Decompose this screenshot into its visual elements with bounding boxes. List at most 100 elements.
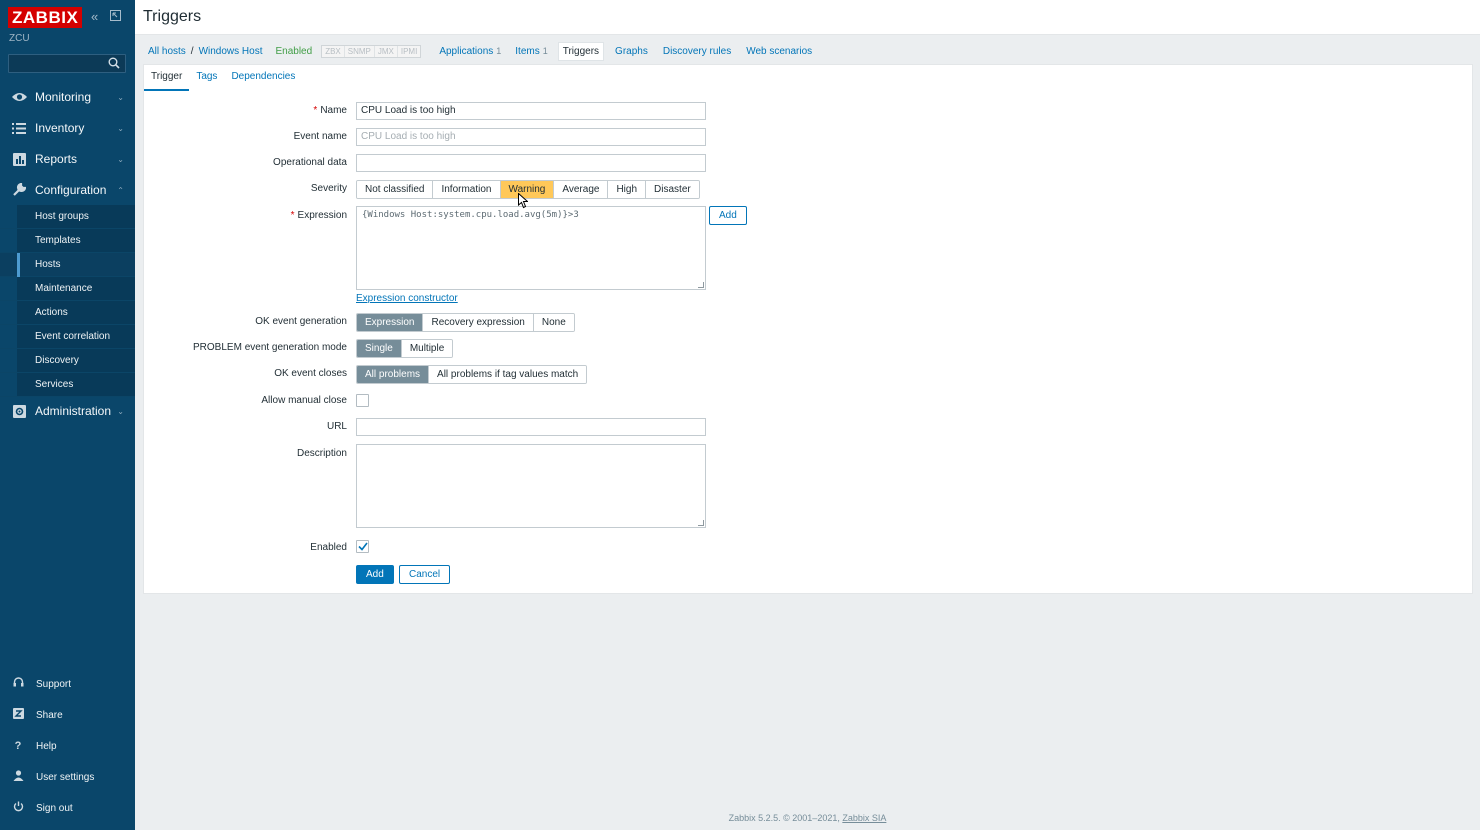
tab-items[interactable]: Items 1 bbox=[511, 43, 551, 60]
expression-constructor-link[interactable]: Expression constructor bbox=[356, 293, 458, 304]
problem-mode-label: PROBLEM event generation mode bbox=[193, 342, 347, 353]
add-button[interactable]: Add bbox=[356, 565, 394, 584]
severity-disaster[interactable]: Disaster bbox=[646, 181, 699, 198]
page-header: Triggers bbox=[135, 0, 1480, 35]
zabbix-logo[interactable]: ZABBIX bbox=[8, 7, 83, 28]
enabled-label: Enabled bbox=[310, 542, 347, 553]
tab-graphs[interactable]: Graphs bbox=[611, 43, 652, 60]
ok-gen-expression[interactable]: Expression bbox=[357, 314, 424, 331]
menu-configuration[interactable]: Configuration ⌃ bbox=[0, 175, 135, 205]
tab-web-scenarios[interactable]: Web scenarios bbox=[742, 43, 816, 60]
question-icon: ? bbox=[14, 740, 22, 752]
server-name: ZCU bbox=[9, 33, 30, 44]
menu-reports[interactable]: Reports ⌄ bbox=[0, 144, 135, 174]
severity-label: Severity bbox=[310, 183, 347, 194]
form-tab-trigger[interactable]: Trigger bbox=[144, 65, 190, 91]
menu-share[interactable]: Share bbox=[0, 700, 135, 730]
breadcrumb-all-hosts[interactable]: All hosts bbox=[148, 46, 186, 57]
menu-help[interactable]: ? Help bbox=[0, 731, 135, 761]
headset-icon bbox=[9, 677, 27, 691]
tab-triggers[interactable]: Triggers bbox=[557, 41, 605, 61]
breadcrumb-host[interactable]: Windows Host bbox=[199, 46, 263, 57]
trigger-form-panel: Trigger Tags Dependencies * Name CPU Load… bbox=[143, 64, 1473, 594]
ok-gen-recovery-expression[interactable]: Recovery expression bbox=[423, 314, 534, 331]
name-label: * Name bbox=[313, 105, 347, 116]
submenu-actions[interactable]: Actions bbox=[0, 301, 135, 325]
enabled-checkbox[interactable] bbox=[356, 540, 369, 553]
description-textarea[interactable] bbox=[356, 444, 706, 528]
manual-close-label: Allow manual close bbox=[261, 395, 347, 406]
sidebar-search-input[interactable] bbox=[8, 54, 126, 73]
chevron-down-icon: ⌄ bbox=[117, 407, 124, 416]
problem-mode-single[interactable]: Single bbox=[357, 340, 402, 357]
submenu-discovery[interactable]: Discovery bbox=[0, 349, 135, 373]
bar-chart-icon bbox=[9, 151, 29, 167]
problem-mode-selector: Single Multiple bbox=[356, 339, 454, 358]
host-status[interactable]: Enabled bbox=[275, 46, 312, 57]
double-chevron-left-icon[interactable]: « bbox=[91, 9, 98, 24]
chevron-down-icon: ⌄ bbox=[117, 155, 124, 164]
submenu-templates[interactable]: Templates bbox=[0, 229, 135, 253]
problem-mode-multiple[interactable]: Multiple bbox=[401, 340, 453, 357]
manual-close-checkbox[interactable] bbox=[356, 394, 369, 407]
severity-information[interactable]: Information bbox=[433, 181, 501, 198]
event-name-input[interactable]: CPU Load is too high bbox=[356, 128, 706, 146]
cancel-button[interactable]: Cancel bbox=[399, 565, 451, 584]
tab-applications[interactable]: Applications 1 bbox=[435, 43, 505, 60]
sidebar: ZABBIX « ZCU Monitoring ⌄ Inventory ⌄ Re… bbox=[0, 0, 135, 830]
resize-handle[interactable] bbox=[698, 520, 704, 526]
submenu-host-groups[interactable]: Host groups bbox=[0, 205, 135, 229]
url-input[interactable] bbox=[356, 418, 706, 436]
search-icon[interactable] bbox=[108, 57, 120, 69]
operational-data-label: Operational data bbox=[273, 157, 347, 168]
power-icon bbox=[9, 801, 27, 815]
share-icon bbox=[9, 708, 27, 722]
kiosk-mode-icon[interactable] bbox=[110, 9, 121, 24]
submenu-maintenance[interactable]: Maintenance bbox=[0, 277, 135, 301]
ok-closes-all[interactable]: All problems bbox=[357, 366, 430, 383]
menu-inventory[interactable]: Inventory ⌄ bbox=[0, 113, 135, 143]
menu-sign-out[interactable]: Sign out bbox=[0, 793, 135, 823]
name-input[interactable]: CPU Load is too high bbox=[356, 102, 706, 120]
resize-handle[interactable] bbox=[698, 282, 704, 288]
submenu-services[interactable]: Services bbox=[0, 373, 135, 397]
submenu-event-correlation[interactable]: Event correlation bbox=[0, 325, 135, 349]
severity-high[interactable]: High bbox=[608, 181, 647, 198]
form-tab-dependencies[interactable]: Dependencies bbox=[224, 65, 302, 91]
expression-label: * Expression bbox=[290, 210, 347, 221]
mouse-cursor-icon bbox=[518, 193, 528, 209]
badge-jmx: JMX bbox=[374, 45, 398, 57]
chevron-up-icon: ⌃ bbox=[117, 186, 124, 195]
eye-icon bbox=[9, 89, 29, 105]
tab-discovery-rules[interactable]: Discovery rules bbox=[659, 43, 735, 60]
list-icon bbox=[9, 120, 29, 136]
ok-gen-none[interactable]: None bbox=[533, 314, 574, 331]
user-icon bbox=[9, 770, 27, 784]
operational-data-input[interactable] bbox=[356, 154, 706, 172]
menu-user-settings[interactable]: User settings bbox=[0, 762, 135, 792]
expression-textarea[interactable]: {Windows Host:system.cpu.load.avg(5m)}>3 bbox=[356, 206, 706, 290]
badge-snmp: SNMP bbox=[344, 45, 375, 57]
page-title: Triggers bbox=[143, 8, 202, 25]
submenu-hosts[interactable]: Hosts bbox=[0, 253, 135, 277]
badge-zbx: ZBX bbox=[322, 45, 345, 57]
description-label: Description bbox=[296, 448, 347, 459]
severity-average[interactable]: Average bbox=[554, 181, 609, 198]
footer: Zabbix 5.2.5. © 2001–2021, Zabbix SIA bbox=[728, 813, 887, 823]
menu-support[interactable]: Support bbox=[0, 669, 135, 699]
url-label: URL bbox=[326, 421, 347, 432]
severity-not-classified[interactable]: Not classified bbox=[357, 181, 434, 198]
expression-add-button[interactable]: Add bbox=[709, 206, 747, 225]
menu-monitoring[interactable]: Monitoring ⌄ bbox=[0, 82, 135, 112]
form-tabs: Trigger Tags Dependencies bbox=[144, 65, 302, 91]
ok-event-generation-label: OK event generation bbox=[255, 316, 347, 327]
ok-closes-tag-match[interactable]: All problems if tag values match bbox=[429, 366, 587, 383]
gear-icon bbox=[9, 403, 29, 419]
ok-event-closes-label: OK event closes bbox=[274, 368, 347, 379]
menu-administration[interactable]: Administration ⌄ bbox=[0, 396, 135, 426]
badge-ipmi: IPMI bbox=[397, 45, 421, 57]
form-tab-tags[interactable]: Tags bbox=[189, 65, 224, 91]
wrench-icon bbox=[9, 182, 29, 198]
footer-zabbix-link[interactable]: Zabbix SIA bbox=[842, 813, 886, 823]
ok-event-closes-selector: All problems All problems if tag values … bbox=[356, 365, 588, 384]
